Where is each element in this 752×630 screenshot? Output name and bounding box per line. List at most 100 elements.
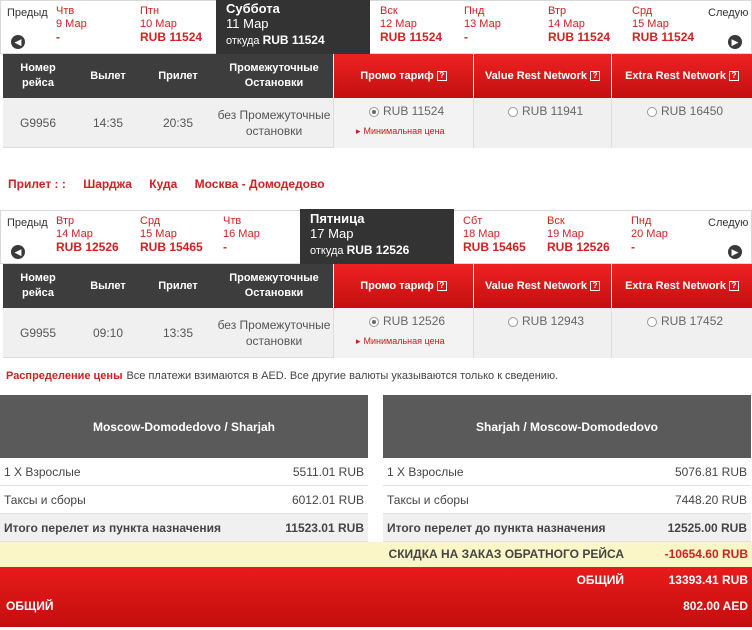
flight-row: G9955 09:10 13:35 без Промежуточные оста… xyxy=(3,308,752,358)
next-label: Следую xyxy=(708,217,749,229)
fare-price: RUB 17452 xyxy=(661,314,724,328)
min-price-link[interactable]: Минимальная цена xyxy=(356,336,445,347)
flight-number: G9956 xyxy=(19,116,57,130)
fare-extra-header[interactable]: Extra Rest Network? xyxy=(611,264,752,308)
help-icon: ? xyxy=(590,281,601,291)
col-flight-number: Номер рейса xyxy=(20,272,56,299)
next-label: Следую xyxy=(708,7,749,19)
price-box-outbound: Moscow-Domodedovo / Sharjah 1 X Взрослые… xyxy=(0,395,368,542)
fare-radio[interactable] xyxy=(508,107,518,117)
fare-price: RUB 11941 xyxy=(522,104,584,118)
fare-extra-cell[interactable]: RUB 16450 xyxy=(611,98,752,148)
next-arrow-icon[interactable]: ▶ xyxy=(728,245,742,259)
min-price-link[interactable]: Минимальная цена xyxy=(356,126,445,137)
date-cell[interactable]: Чтв 9 Мар - xyxy=(56,1,87,53)
prev-label: Предыд xyxy=(7,7,48,19)
date-cell[interactable]: Вск 12 Мар RUB 11524 xyxy=(380,1,442,53)
stops-text: без Промежуточные остановки xyxy=(217,318,331,348)
fare-promo-cell[interactable]: RUB 11524 Минимальная цена xyxy=(333,98,473,148)
route-title: Sharjah / Moscow-Domodedovo xyxy=(383,395,751,458)
departure-time: 14:35 xyxy=(92,116,124,130)
fare-value-cell[interactable]: RUB 11941 xyxy=(473,98,611,148)
col-stops: Промежуточные Остановки xyxy=(229,62,319,89)
price-box-return: Sharjah / Moscow-Domodedovo 1 X Взрослые… xyxy=(383,395,751,542)
grand-total: ОБЩИЙ 13393.41 RUB ОБЩИЙ 802.00 AED xyxy=(0,567,752,627)
fare-price: RUB 12943 xyxy=(522,314,585,328)
col-arrival: Прилет xyxy=(158,69,198,82)
fare-price: RUB 11524 xyxy=(383,104,445,118)
departure-time: 09:10 xyxy=(92,326,124,340)
prev-label: Предыд xyxy=(7,217,48,229)
arrival-time: 13:35 xyxy=(162,326,194,340)
date-cell[interactable]: Срд 15 Мар RUB 15465 xyxy=(140,211,203,263)
outbound-flight-table: Номер рейса Вылет Прилет Промежуточные О… xyxy=(3,54,752,148)
fare-radio[interactable] xyxy=(647,317,657,327)
fare-radio[interactable] xyxy=(508,317,518,327)
date-cell[interactable]: Срд 15 Мар RUB 11524 xyxy=(632,1,694,53)
arrival-time: 20:35 xyxy=(162,116,194,130)
flight-table-header: Номер рейса Вылет Прилет Промежуточные О… xyxy=(3,54,752,98)
date-cell[interactable]: Втр 14 Мар RUB 11524 xyxy=(548,1,610,53)
fare-promo-cell[interactable]: RUB 12526 Минимальная цена xyxy=(333,308,473,358)
fare-value-header[interactable]: Value Rest Network? xyxy=(473,54,611,98)
help-icon: ? xyxy=(436,281,447,291)
subtotal-row: Итого перелет из пункта назначения 11523.… xyxy=(0,514,368,542)
arrival-city: Шарджа xyxy=(83,177,132,191)
help-icon: ? xyxy=(728,281,739,291)
col-arrival: Прилет xyxy=(158,279,198,292)
arrival-label: Прилет : : xyxy=(8,177,66,191)
currency-note: Все платежи взимаются в AED. Все другие … xyxy=(126,370,559,382)
outbound-date-strip: Предыд ◀ Чтв 9 Мар - Птн 10 Мар RUB 1152… xyxy=(0,0,752,55)
fare-radio[interactable] xyxy=(647,107,657,117)
prev-arrow-icon[interactable]: ◀ xyxy=(11,35,25,49)
col-departure: Вылет xyxy=(90,279,126,292)
flight-number: G9955 xyxy=(19,326,57,340)
discount-label: СКИДКА НА ЗАКАЗ ОБРАТНОГО РЕЙСА xyxy=(388,547,624,561)
help-icon: ? xyxy=(590,71,601,81)
stops-text: без Промежуточные остановки xyxy=(217,108,331,138)
return-date-strip: Предыд ◀ Втр 14 Мар RUB 12526 Срд 15 Мар… xyxy=(0,209,752,265)
date-cell[interactable]: Чтв 16 Мар - xyxy=(223,211,260,263)
destination-city: Москва - Домодедово xyxy=(194,177,325,191)
to-label: Куда xyxy=(149,177,178,191)
help-icon: ? xyxy=(436,71,447,81)
date-cell[interactable]: Втр 14 Мар RUB 12526 xyxy=(56,211,119,263)
taxes-row: Таксы и сборы 6012.01 RUB xyxy=(0,486,368,514)
fare-value-header[interactable]: Value Rest Network? xyxy=(473,264,611,308)
fare-radio[interactable] xyxy=(369,317,379,327)
fare-extra-header[interactable]: Extra Rest Network? xyxy=(611,54,752,98)
fare-price: RUB 12526 xyxy=(383,314,446,328)
total-value: 13393.41 RUB xyxy=(668,573,748,587)
col-flight-number: Номер рейса xyxy=(20,62,56,89)
help-icon: ? xyxy=(728,71,739,81)
flight-table-header: Номер рейса Вылет Прилет Промежуточные О… xyxy=(3,264,752,308)
subtotal-row: Итого перелет до пункта назначения 12525.… xyxy=(383,514,751,542)
date-cell[interactable]: Пнд 20 Мар - xyxy=(631,211,668,263)
fare-promo-header[interactable]: Промо тариф? xyxy=(333,264,473,308)
next-arrow-icon[interactable]: ▶ xyxy=(728,35,742,49)
total-aed-label: ОБЩИЙ xyxy=(6,599,54,613)
selected-date[interactable]: Пятница 17 Мар откуда RUB 12526 xyxy=(300,209,454,265)
adults-row: 1 X Взрослые 5076.81 RUB xyxy=(383,458,751,486)
fare-promo-header[interactable]: Промо тариф? xyxy=(333,54,473,98)
fare-price: RUB 16450 xyxy=(661,104,724,118)
date-cell[interactable]: Вск 19 Мар RUB 12526 xyxy=(547,211,610,263)
total-aed-value: 802.00 AED xyxy=(683,599,748,613)
total-label: ОБЩИЙ xyxy=(576,573,624,587)
fare-radio[interactable] xyxy=(369,107,379,117)
prev-arrow-icon[interactable]: ◀ xyxy=(11,245,25,259)
date-cell[interactable]: Сбт 18 Мар RUB 15465 xyxy=(463,211,526,263)
col-stops: Промежуточные Остановки xyxy=(229,272,319,299)
return-flight-table: Номер рейса Вылет Прилет Промежуточные О… xyxy=(3,264,752,358)
selected-date[interactable]: Суббота 11 Мар откуда RUB 11524 xyxy=(216,0,370,55)
arrival-info: Прилет : : Шарджа Куда Москва - Домодедо… xyxy=(8,177,339,191)
price-distribution-title: Распределение цены Все платежи взимаются … xyxy=(6,370,559,382)
route-title: Moscow-Domodedovo / Sharjah xyxy=(0,395,368,458)
date-cell[interactable]: Пнд 13 Мар - xyxy=(464,1,501,53)
fare-extra-cell[interactable]: RUB 17452 xyxy=(611,308,752,358)
taxes-row: Таксы и сборы 7448.20 RUB xyxy=(383,486,751,514)
adults-row: 1 X Взрослые 5511.01 RUB xyxy=(0,458,368,486)
date-cell[interactable]: Птн 10 Мар RUB 11524 xyxy=(140,1,202,53)
fare-value-cell[interactable]: RUB 12943 xyxy=(473,308,611,358)
return-discount-row: СКИДКА НА ЗАКАЗ ОБРАТНОГО РЕЙСА -10654.6… xyxy=(0,542,752,567)
